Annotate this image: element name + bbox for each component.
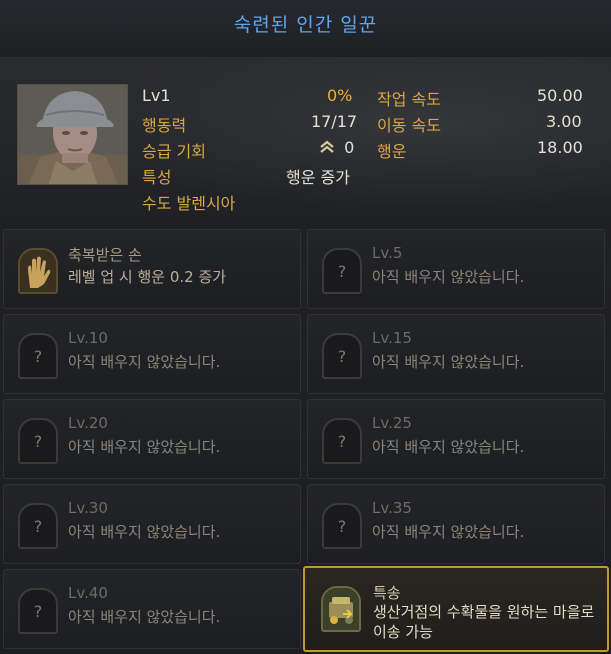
window-title: 숙련된 인간 일꾼 [233, 14, 378, 36]
worker-level: Lv1 [142, 86, 171, 105]
trait-value[interactable]: 행운 증가 [286, 168, 350, 187]
work-speed-label-row: 작업 속도 [377, 86, 441, 110]
skill-title: 축복받은 손 [68, 246, 142, 264]
skill-title: Lv.30 [68, 499, 108, 517]
skill-title: Lv.5 [372, 244, 403, 262]
locked-skill-icon: ? [18, 503, 58, 549]
skill-card-lv40[interactable]: ? Lv.40 아직 배우지 않았습니다. [3, 569, 301, 649]
skill-card-lv30[interactable]: ? Lv.30 아직 배우지 않았습니다. [3, 484, 301, 564]
locked-skill-icon: ? [322, 333, 362, 379]
exp-row: 0% [327, 86, 352, 105]
move-speed-value-row: 3.00 [546, 112, 582, 131]
skill-title: Lv.40 [68, 584, 108, 602]
stamina-label-row: 행동력 [142, 112, 186, 136]
locked-skill-icon: ? [18, 333, 58, 379]
skill-card-lv15[interactable]: ? Lv.15 아직 배우지 않았습니다. [307, 314, 605, 394]
skill-title: Lv.35 [372, 499, 412, 517]
express-delivery-icon [321, 586, 361, 632]
locked-skill-icon: ? [322, 418, 362, 464]
promotion-label-row: 승급 기회 [142, 138, 206, 162]
luck-label: 행운 [377, 142, 407, 161]
skill-card-lv25[interactable]: ? Lv.25 아직 배우지 않았습니다. [307, 399, 605, 479]
worker-location: 수도 발렌시아 [142, 194, 236, 213]
skill-title: Lv.10 [68, 329, 108, 347]
blessed-hand-icon [18, 248, 58, 294]
skill-card-express-delivery[interactable]: 특송 생산거점의 수확물을 원하는 마을로 이송 가능 [303, 566, 609, 652]
skill-desc: 아직 배우지 않았습니다. [68, 353, 221, 371]
skill-card-lv10[interactable]: ? Lv.10 아직 배우지 않았습니다. [3, 314, 301, 394]
locked-skill-icon: ? [322, 503, 362, 549]
skill-card-lv20[interactable]: ? Lv.20 아직 배우지 않았습니다. [3, 399, 301, 479]
luck-value: 18.00 [537, 138, 583, 157]
skill-title: Lv.20 [68, 414, 108, 432]
trait-label: 특성 [142, 168, 172, 187]
promotion-label: 승급 기회 [142, 142, 206, 161]
stamina-label: 행동력 [142, 116, 187, 135]
exp-percent: 0% [327, 86, 353, 105]
luck-label-row: 행운 [377, 138, 406, 162]
worker-portrait [17, 84, 128, 185]
skill-desc: 아직 배우지 않았습니다. [68, 608, 221, 626]
promotion-value: 0 [344, 138, 355, 157]
locked-skill-icon: ? [18, 418, 58, 464]
skill-desc: 아직 배우지 않았습니다. [68, 438, 221, 456]
move-speed-label: 이동 속도 [377, 116, 441, 135]
skill-card-lv35[interactable]: ? Lv.35 아직 배우지 않았습니다. [307, 484, 605, 564]
worker-info-window: 숙련된 인간 일꾼 Lv1 0% 행동력 17/17 승급 기회 0 특성 행운… [0, 0, 611, 654]
luck-value-row: 18.00 [537, 138, 583, 157]
skill-desc: 아직 배우지 않았습니다. [68, 523, 221, 541]
promotion-chevron-icon [319, 139, 335, 155]
skill-title: Lv.25 [372, 414, 412, 432]
skill-desc: 레벨 업 시 행운 0.2 증가 [68, 268, 227, 286]
locked-skill-icon: ? [18, 588, 58, 634]
trait-value-row[interactable]: 행운 증가 [286, 164, 350, 188]
skill-title: Lv.15 [372, 329, 412, 347]
locked-skill-icon: ? [322, 248, 362, 294]
skill-desc: 아직 배우지 않았습니다. [372, 268, 525, 286]
work-speed-label: 작업 속도 [377, 90, 441, 109]
trait-label-row: 특성 [142, 164, 171, 188]
work-speed-value: 50.00 [537, 86, 583, 105]
move-speed-label-row: 이동 속도 [377, 112, 441, 136]
worker-portrait-image [18, 85, 127, 184]
move-speed-value: 3.00 [546, 112, 582, 131]
work-speed-value-row: 50.00 [537, 86, 583, 105]
skill-desc: 아직 배우지 않았습니다. [372, 353, 525, 371]
skill-desc: 아직 배우지 않았습니다. [372, 523, 525, 541]
skill-card-lv5[interactable]: ? Lv.5 아직 배우지 않았습니다. [307, 229, 605, 309]
location-row: 수도 발렌시아 [142, 190, 235, 214]
skill-title: 특송 [373, 584, 401, 602]
stamina-value: 17/17 [311, 112, 358, 131]
stamina-value-row: 17/17 [311, 112, 357, 131]
promotion-value-row: 0 [319, 138, 354, 157]
skill-card-blessed-hand[interactable]: 축복받은 손 레벨 업 시 행운 0.2 증가 [3, 229, 301, 309]
title-bar[interactable]: 숙련된 인간 일꾼 [0, 0, 611, 58]
skill-desc: 아직 배우지 않았습니다. [372, 438, 525, 456]
level-row: Lv1 [142, 86, 171, 105]
skill-desc: 생산거점의 수확물을 원하는 마을로 이송 가능 [373, 603, 595, 641]
